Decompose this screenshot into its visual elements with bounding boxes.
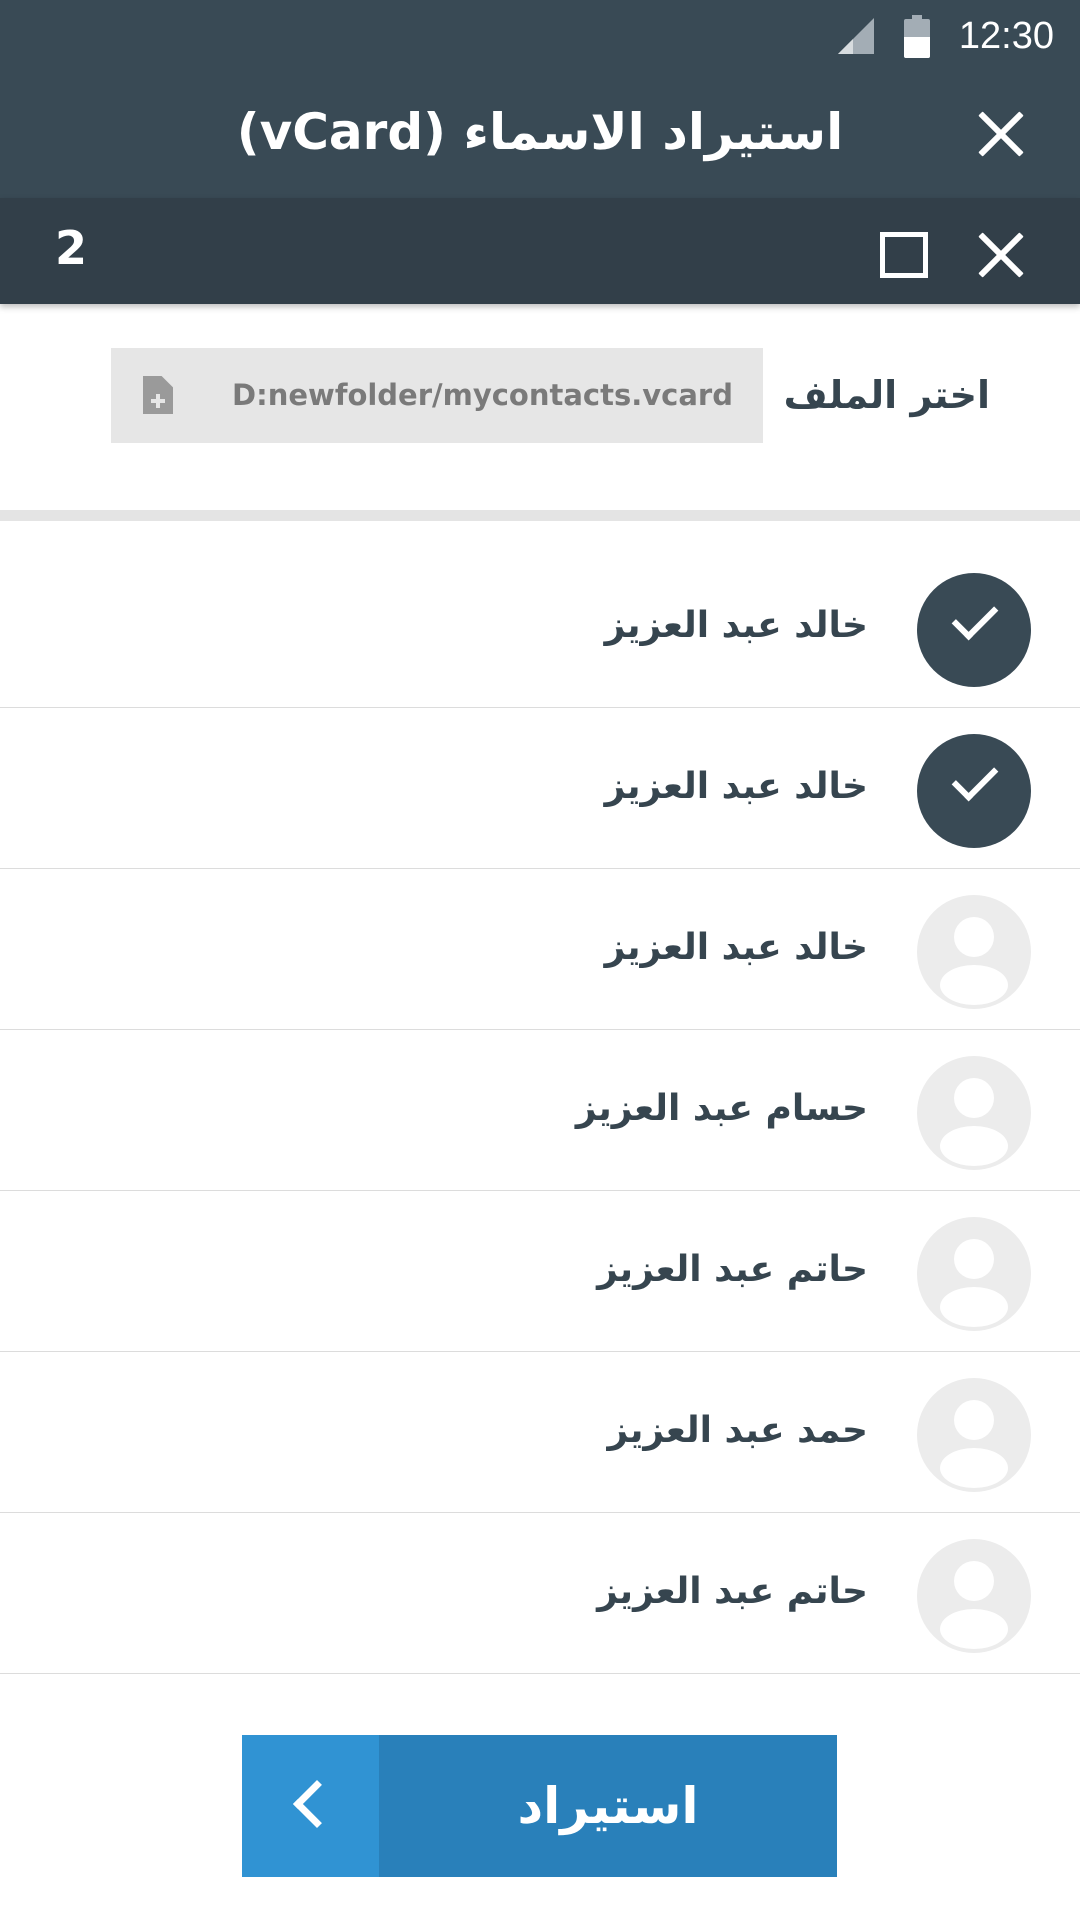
contact-name: حاتم عبد العزيز bbox=[597, 1249, 868, 1290]
chevron-left-icon bbox=[292, 1779, 342, 1829]
section-divider bbox=[0, 510, 1080, 521]
check-mark-icon bbox=[951, 754, 999, 802]
contact-row[interactable]: حاتم عبد العزيز bbox=[0, 1513, 1080, 1674]
import-button-label: استيراد bbox=[517, 1777, 699, 1835]
contact-name: خالد عبد العزيز bbox=[604, 766, 868, 807]
contact-name: خالد عبد العزيز bbox=[604, 927, 868, 968]
avatar-icon[interactable] bbox=[917, 895, 1031, 1009]
contact-row[interactable]: حاتم عبد العزيز bbox=[0, 1191, 1080, 1352]
contact-row[interactable]: حمد عبد العزيز bbox=[0, 1352, 1080, 1513]
avatar-icon[interactable] bbox=[917, 1539, 1031, 1653]
selected-count: 2 bbox=[55, 221, 88, 275]
contact-name: حسام عبد العزيز bbox=[575, 1088, 868, 1129]
import-button[interactable]: استيراد bbox=[242, 1735, 837, 1877]
status-bar: 12:30 bbox=[0, 0, 1080, 74]
page-title: استيراد الاسماء (vCard) bbox=[236, 103, 844, 161]
maximize-icon[interactable] bbox=[880, 232, 928, 278]
close-icon[interactable] bbox=[971, 104, 1031, 164]
contact-row[interactable]: خالد عبد العزيز bbox=[0, 547, 1080, 708]
close-selection-icon[interactable] bbox=[971, 225, 1031, 285]
contact-row[interactable]: خالد عبد العزيز bbox=[0, 708, 1080, 869]
file-picker-label: اختر الملف bbox=[783, 373, 990, 417]
contact-name: حمد عبد العزيز bbox=[607, 1410, 868, 1451]
file-picker-field[interactable]: D:newfolder/mycontacts.vcard bbox=[111, 348, 763, 443]
status-time: 12:30 bbox=[958, 15, 1054, 57]
contact-list: خالد عبد العزيز خالد عبد العزيز خالد عبد ا… bbox=[0, 547, 1080, 1674]
contact-row[interactable]: حسام عبد العزيز bbox=[0, 1030, 1080, 1191]
app-header: 12:30 استيراد الاسماء (vCard) bbox=[0, 0, 1080, 198]
checked-icon[interactable] bbox=[917, 734, 1031, 848]
contact-name: حاتم عبد العزيز bbox=[597, 1571, 868, 1612]
file-path-value: D:newfolder/mycontacts.vcard bbox=[232, 378, 733, 412]
avatar-icon[interactable] bbox=[917, 1378, 1031, 1492]
check-mark-icon bbox=[951, 593, 999, 641]
contact-name: خالد عبد العزيز bbox=[604, 605, 868, 646]
avatar-icon[interactable] bbox=[917, 1056, 1031, 1170]
battery-icon bbox=[904, 15, 930, 58]
checked-icon[interactable] bbox=[917, 573, 1031, 687]
contact-row[interactable]: خالد عبد العزيز bbox=[0, 869, 1080, 1030]
avatar-icon[interactable] bbox=[917, 1217, 1031, 1331]
file-add-icon bbox=[143, 376, 173, 414]
signal-strength-fill bbox=[838, 39, 853, 54]
import-arrow-box bbox=[242, 1735, 379, 1877]
